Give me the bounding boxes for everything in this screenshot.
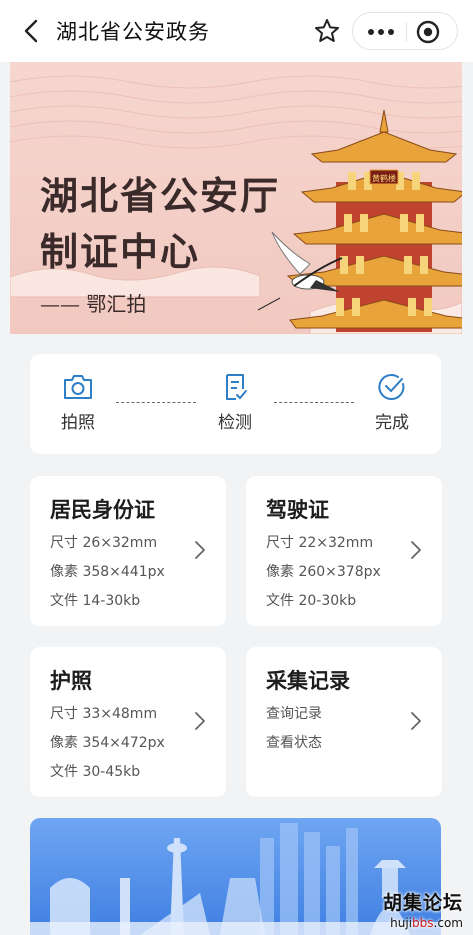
tower-plaque-text: 黄鹤楼 (372, 173, 396, 183)
banner-title-line2: 制证中心 (40, 229, 201, 274)
back-arrow-icon[interactable] (20, 18, 46, 44)
card-title: 居民身份证 (50, 498, 155, 522)
collection-records-option[interactable]: 采集记录 查询记录 查看状态 (246, 647, 442, 797)
city-skyline-banner (30, 818, 441, 935)
step-check: 检测 (195, 372, 275, 433)
passport-option[interactable]: 护照 尺寸 33×48mm 像素 354×472px 文件 30-45kb (30, 647, 226, 797)
more-options-icon[interactable] (363, 21, 399, 43)
card-status: 查看状态 (266, 735, 322, 751)
top-navigation-bar: 湖北省公安政务 (0, 0, 473, 62)
card-pixels: 像素 260×378px (266, 564, 381, 580)
process-steps-card: 拍照 检测 完成 (30, 354, 441, 454)
step-label-photo: 拍照 (61, 413, 95, 433)
step-photo: 拍照 (38, 372, 118, 433)
card-file: 文件 14-30kb (50, 593, 141, 609)
id-card-option[interactable]: 居民身份证 尺寸 26×32mm 像素 358×441px 文件 14-30kb (30, 476, 226, 626)
star-icon[interactable] (314, 18, 340, 44)
card-title: 护照 (50, 669, 92, 693)
chevron-right-icon (411, 541, 421, 559)
banner-title: 湖北省公安厅 制证中心 (40, 168, 280, 280)
camera-icon (64, 375, 92, 399)
chevron-right-icon (195, 541, 205, 559)
chevron-right-icon (411, 712, 421, 730)
card-file: 文件 30-45kb (50, 764, 141, 780)
card-pixels: 像素 354×472px (50, 735, 165, 751)
step-connector (274, 402, 354, 403)
card-query: 查询记录 (266, 706, 322, 722)
card-title: 采集记录 (266, 669, 350, 693)
mini-program-capsule (352, 12, 458, 50)
card-pixels: 像素 358×441px (50, 564, 165, 580)
banner-subtitle: —— 鄂汇拍 (40, 292, 147, 316)
card-title: 驾驶证 (266, 498, 329, 522)
close-mini-program-icon[interactable] (415, 19, 441, 45)
forum-watermark: 胡集论坛 hujibbs.com (383, 888, 463, 930)
step-connector (116, 402, 196, 403)
check-circle-icon (378, 374, 405, 401)
document-check-icon (226, 374, 247, 400)
card-file: 文件 20-30kb (266, 593, 357, 609)
yellow-crane-tower: 黄鹤楼 (286, 109, 462, 332)
card-size: 尺寸 26×32mm (50, 535, 158, 551)
card-size: 尺寸 22×32mm (266, 535, 374, 551)
step-label-done: 完成 (375, 413, 409, 433)
step-label-check: 检测 (218, 413, 252, 433)
watermark-url: hujibbs.com (383, 916, 463, 930)
step-done: 完成 (352, 372, 432, 433)
watermark-url-accent: bbs (412, 916, 434, 930)
card-size: 尺寸 33×48mm (50, 706, 158, 722)
driver-license-option[interactable]: 驾驶证 尺寸 22×32mm 像素 260×378px 文件 20-30kb (246, 476, 442, 626)
capsule-divider (406, 22, 407, 42)
banner-title-line1: 湖北省公安厅 (40, 173, 281, 218)
hero-banner: 黄鹤楼 湖北省公安厅 制证中心 —— 鄂汇拍 (10, 62, 462, 334)
page-title: 湖北省公安政务 (56, 20, 210, 44)
watermark-url-suffix: .com (433, 916, 463, 930)
watermark-url-prefix: huji (390, 916, 413, 930)
chevron-right-icon (195, 712, 205, 730)
watermark-name: 胡集论坛 (382, 892, 463, 914)
city-skyline-artwork (30, 823, 441, 935)
